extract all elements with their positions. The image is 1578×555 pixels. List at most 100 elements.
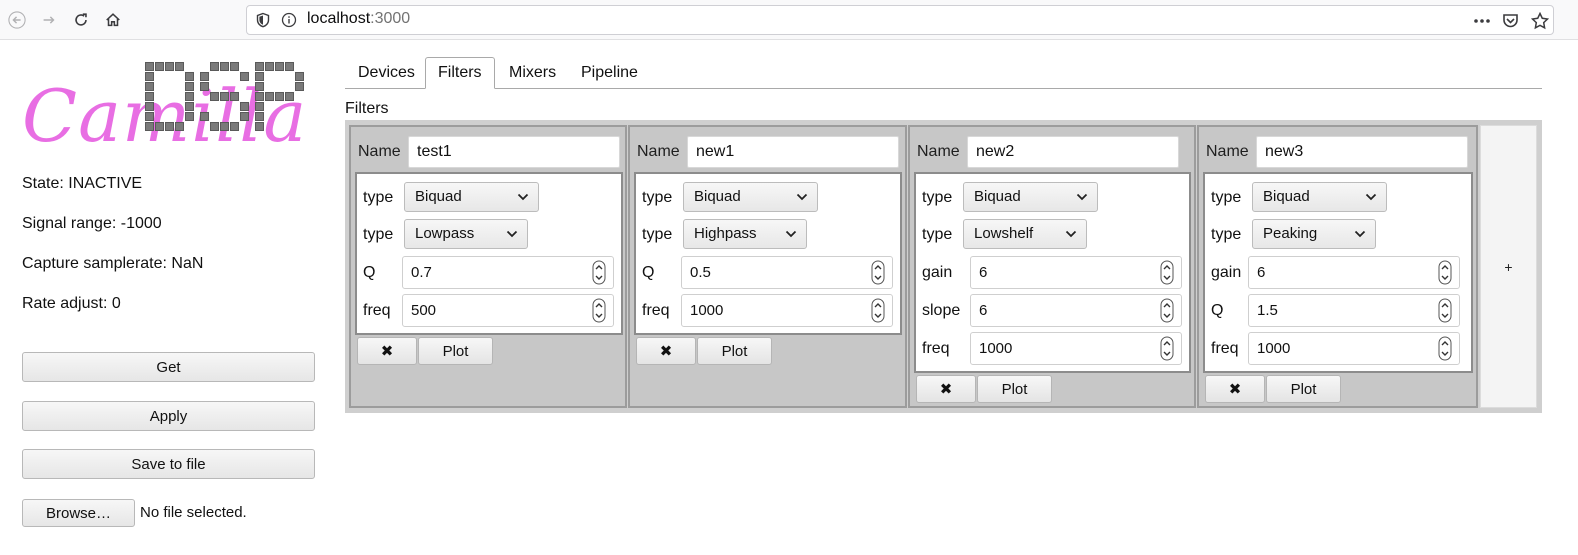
- chevron-down-icon: [796, 193, 808, 201]
- chevron-down-icon: [506, 230, 518, 238]
- filter-param-label-q: Q: [642, 264, 655, 281]
- filter-param-input-q[interactable]: 0.7: [402, 256, 614, 289]
- filter-param-label-slope: slope: [922, 302, 961, 319]
- info-icon[interactable]: [281, 12, 297, 28]
- filter-param-label-freq: freq: [642, 302, 670, 319]
- filter-param-value: 0.7: [411, 264, 432, 281]
- filter-param-label-gain: gain: [1211, 264, 1242, 281]
- delete-filter-button[interactable]: ✖: [636, 337, 696, 365]
- spinner-icon[interactable]: [592, 260, 606, 285]
- apply-button[interactable]: Apply: [22, 401, 315, 431]
- spinner-icon[interactable]: [1160, 336, 1174, 361]
- spinner-icon[interactable]: [1438, 298, 1452, 323]
- url-bar[interactable]: localhost:3000: [246, 5, 1554, 35]
- spinner-icon[interactable]: [1160, 260, 1174, 285]
- filter-card-test1: Name test1 type Biquad type Lowpass Q 0.…: [349, 125, 627, 408]
- camilladsp-logo: Camilla: [20, 62, 320, 158]
- filter-param-value: 0.5: [690, 264, 711, 281]
- filter-param-value: 500: [411, 302, 437, 319]
- filter-param-input-freq[interactable]: 1000: [970, 332, 1182, 365]
- filter-name-input[interactable]: new3: [1256, 136, 1468, 168]
- tab-mixers[interactable]: Mixers: [497, 57, 568, 89]
- file-status-text: No file selected.: [140, 504, 247, 521]
- plot-filter-button[interactable]: Plot: [697, 337, 772, 365]
- filter-type-label: type: [922, 189, 953, 206]
- filter-param-value: 1.5: [1257, 302, 1278, 319]
- filter-param-label-freq: freq: [363, 302, 391, 319]
- logo-letter-p: [255, 62, 304, 131]
- filter-subtype-select[interactable]: Lowshelf: [963, 219, 1087, 249]
- forward-icon[interactable]: [37, 8, 61, 32]
- filter-param-value: 1000: [690, 302, 724, 319]
- filter-param-input-freq[interactable]: 1000: [1248, 332, 1460, 365]
- delete-filter-button[interactable]: ✖: [357, 337, 417, 365]
- add-filter-button[interactable]: +: [1480, 125, 1537, 408]
- chevron-down-icon: [517, 193, 529, 201]
- reload-icon[interactable]: [69, 8, 93, 32]
- filter-type-label: type: [642, 189, 673, 206]
- spinner-icon[interactable]: [871, 298, 885, 323]
- filter-param-input-q[interactable]: 0.5: [681, 256, 893, 289]
- logo-letter-d: [145, 62, 194, 131]
- signal-range-text: Signal range: -1000: [22, 215, 162, 232]
- filter-type-select[interactable]: Biquad: [963, 182, 1098, 212]
- filter-param-input-freq[interactable]: 500: [402, 294, 614, 327]
- plot-filter-button[interactable]: Plot: [977, 375, 1052, 403]
- get-button[interactable]: Get: [22, 352, 315, 382]
- filter-name-input[interactable]: new2: [967, 136, 1179, 168]
- filter-subtype-value: Lowshelf: [974, 225, 1034, 242]
- spinner-icon[interactable]: [871, 260, 885, 285]
- url-text[interactable]: localhost:3000: [307, 10, 410, 28]
- filter-param-input-slope[interactable]: 6: [970, 294, 1182, 327]
- chevron-down-icon: [785, 230, 797, 238]
- filter-param-label-gain: gain: [922, 264, 953, 281]
- save-to-file-button[interactable]: Save to file: [22, 449, 315, 479]
- pocket-icon[interactable]: [1502, 11, 1519, 31]
- filter-name-input[interactable]: test1: [408, 136, 620, 168]
- filter-param-label-q: Q: [363, 264, 376, 281]
- spinner-icon[interactable]: [1160, 298, 1174, 323]
- filter-type-select[interactable]: Biquad: [404, 182, 539, 212]
- browse-button[interactable]: Browse…: [22, 499, 135, 527]
- capture-samplerate-text: Capture samplerate: NaN: [22, 255, 204, 272]
- filter-name-input[interactable]: new1: [687, 136, 899, 168]
- filter-type-select[interactable]: Biquad: [683, 182, 818, 212]
- spinner-icon[interactable]: [1438, 336, 1452, 361]
- tab-devices[interactable]: Devices: [346, 57, 427, 89]
- filter-subtype-label: type: [1211, 226, 1242, 243]
- filter-param-value: 1000: [979, 340, 1013, 357]
- filter-type-select[interactable]: Biquad: [1252, 182, 1387, 212]
- tab-filters[interactable]: Filters: [425, 57, 495, 89]
- filter-subtype-select[interactable]: Lowpass: [404, 219, 528, 249]
- filter-subtype-select[interactable]: Highpass: [683, 219, 807, 249]
- home-icon[interactable]: [101, 8, 125, 32]
- plot-filter-button[interactable]: Plot: [418, 337, 493, 365]
- filter-params-box: type Biquad type Lowshelf gain 6 slope 6…: [914, 172, 1191, 373]
- filter-param-label-q: Q: [1211, 302, 1224, 319]
- back-icon[interactable]: [5, 8, 29, 32]
- state-text: State: INACTIVE: [22, 175, 143, 192]
- filter-subtype-select[interactable]: Peaking: [1252, 219, 1376, 249]
- spinner-icon[interactable]: [592, 298, 606, 323]
- filter-subtype-value: Peaking: [1263, 225, 1318, 242]
- filter-param-input-q[interactable]: 1.5: [1248, 294, 1460, 327]
- filter-param-input-freq[interactable]: 1000: [681, 294, 893, 327]
- delete-filter-button[interactable]: ✖: [916, 375, 976, 403]
- bookmark-star-icon[interactable]: [1531, 11, 1549, 31]
- tab-pipeline[interactable]: Pipeline: [569, 57, 650, 89]
- delete-filter-button[interactable]: ✖: [1205, 375, 1265, 403]
- filter-param-input-gain[interactable]: 6: [970, 256, 1182, 289]
- chevron-down-icon: [1076, 193, 1088, 201]
- shield-icon[interactable]: [255, 12, 271, 28]
- filter-name-label: Name: [1206, 143, 1249, 160]
- filter-subtype-label: type: [363, 226, 394, 243]
- filter-type-label: type: [1211, 189, 1242, 206]
- more-icon[interactable]: [1473, 11, 1491, 31]
- filter-param-input-gain[interactable]: 6: [1248, 256, 1460, 289]
- filter-subtype-value: Highpass: [694, 225, 757, 242]
- filters-container: Name test1 type Biquad type Lowpass Q 0.…: [345, 120, 1542, 413]
- plot-filter-button[interactable]: Plot: [1266, 375, 1341, 403]
- filter-name-label: Name: [917, 143, 960, 160]
- spinner-icon[interactable]: [1438, 260, 1452, 285]
- filter-card-new3: Name new3 type Biquad type Peaking gain …: [1197, 125, 1478, 408]
